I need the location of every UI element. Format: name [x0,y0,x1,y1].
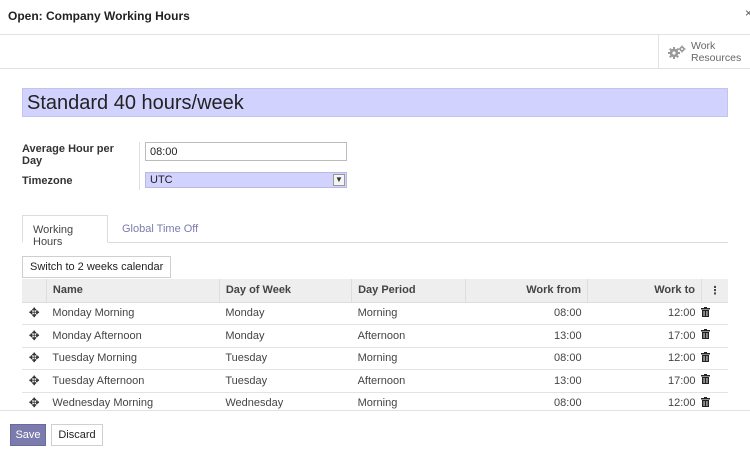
timezone-select[interactable]: UTC ▼ [145,172,347,188]
row-name[interactable]: Monday Morning [46,302,220,325]
drag-handle-icon[interactable]: ✥ [29,373,40,388]
row-day-of-week[interactable]: Tuesday [219,369,352,393]
modal-footer: Save Discard [0,410,750,452]
trash-icon[interactable] [701,396,711,407]
table-row[interactable]: ✥ Monday Morning Monday Morning 08:00 12… [22,302,728,325]
calendar-name-text: Standard 40 hours/week [27,92,244,114]
table-header-row: Name Day of Week Day Period Work from Wo… [22,279,728,303]
table-row[interactable]: ✥ Tuesday Afternoon Tuesday Afternoon 13… [22,369,728,393]
drag-handle-icon[interactable]: ✥ [29,350,40,365]
table-row[interactable]: ✥ Monday Afternoon Monday Afternoon 13:0… [22,324,728,348]
row-day-period[interactable]: Afternoon [351,324,466,348]
avg-hour-label: Average Hour per Day [22,143,114,167]
work-resources-button[interactable]: Work Resources [658,35,750,69]
row-name[interactable]: Monday Afternoon [46,324,220,348]
table-row[interactable]: ✥ Tuesday Morning Tuesday Morning 08:00 … [22,347,728,370]
trash-icon[interactable] [701,329,711,340]
timezone-value: UTC [150,174,173,186]
trash-icon[interactable] [701,351,711,362]
row-day-of-week[interactable]: Monday [219,324,352,348]
work-resources-label: Work Resources [691,40,742,64]
tab-global-time-off[interactable]: Global Time Off [112,215,208,243]
row-day-of-week[interactable]: Tuesday [219,347,352,370]
drag-handle-icon[interactable]: ✥ [29,395,40,410]
timezone-label: Timezone [22,175,73,187]
row-work-to[interactable]: 12:00 [587,347,702,370]
row-name[interactable]: Tuesday Afternoon [46,369,220,393]
row-work-from[interactable]: 13:00 [465,324,588,348]
drag-handle-icon[interactable]: ✥ [29,305,40,320]
gears-icon [668,45,686,59]
column-header-day-of-week[interactable]: Day of Week [218,279,352,303]
drag-handle-icon[interactable]: ✥ [29,328,40,343]
chevron-down-icon[interactable]: ▼ [333,174,345,186]
column-header-name[interactable]: Name [45,279,220,303]
handle-column-header [22,279,47,303]
save-button[interactable]: Save [10,424,46,446]
row-work-to[interactable]: 17:00 [587,324,702,348]
working-hours-table: Name Day of Week Day Period Work from Wo… [22,279,728,415]
label-separator [139,142,140,190]
column-header-work-to[interactable]: Work to [587,279,702,303]
tab-working-hours[interactable]: Working Hours [22,215,108,248]
column-header-day-period[interactable]: Day Period [351,279,466,303]
trash-icon[interactable] [701,306,711,317]
row-name[interactable]: Tuesday Morning [46,347,220,370]
calendar-name-field[interactable]: Standard 40 hours/week [22,88,728,117]
modal-header: Open: Company Working Hours × [0,0,750,35]
row-work-to[interactable]: 17:00 [587,369,702,393]
button-box: Work Resources [0,35,750,69]
notebook-tabs: Working Hours Global Time Off [22,215,728,248]
row-day-period[interactable]: Morning [351,302,466,325]
row-work-from[interactable]: 08:00 [465,347,588,370]
row-work-from[interactable]: 13:00 [465,369,588,393]
row-day-of-week[interactable]: Monday [219,302,352,325]
row-work-from[interactable]: 08:00 [465,302,588,325]
row-work-to[interactable]: 12:00 [587,302,702,325]
switch-two-weeks-button[interactable]: Switch to 2 weeks calendar [22,256,172,278]
optional-columns-icon[interactable]: ⋮ [700,279,728,303]
discard-button[interactable]: Discard [51,424,103,446]
column-header-work-from[interactable]: Work from [464,279,588,303]
close-icon[interactable]: × [745,6,750,20]
avg-hour-input[interactable]: 08:00 [145,142,347,161]
row-day-period[interactable]: Morning [351,347,466,370]
trash-icon[interactable] [701,374,711,385]
row-day-period[interactable]: Afternoon [351,369,466,393]
modal-title: Open: Company Working Hours [8,9,190,23]
